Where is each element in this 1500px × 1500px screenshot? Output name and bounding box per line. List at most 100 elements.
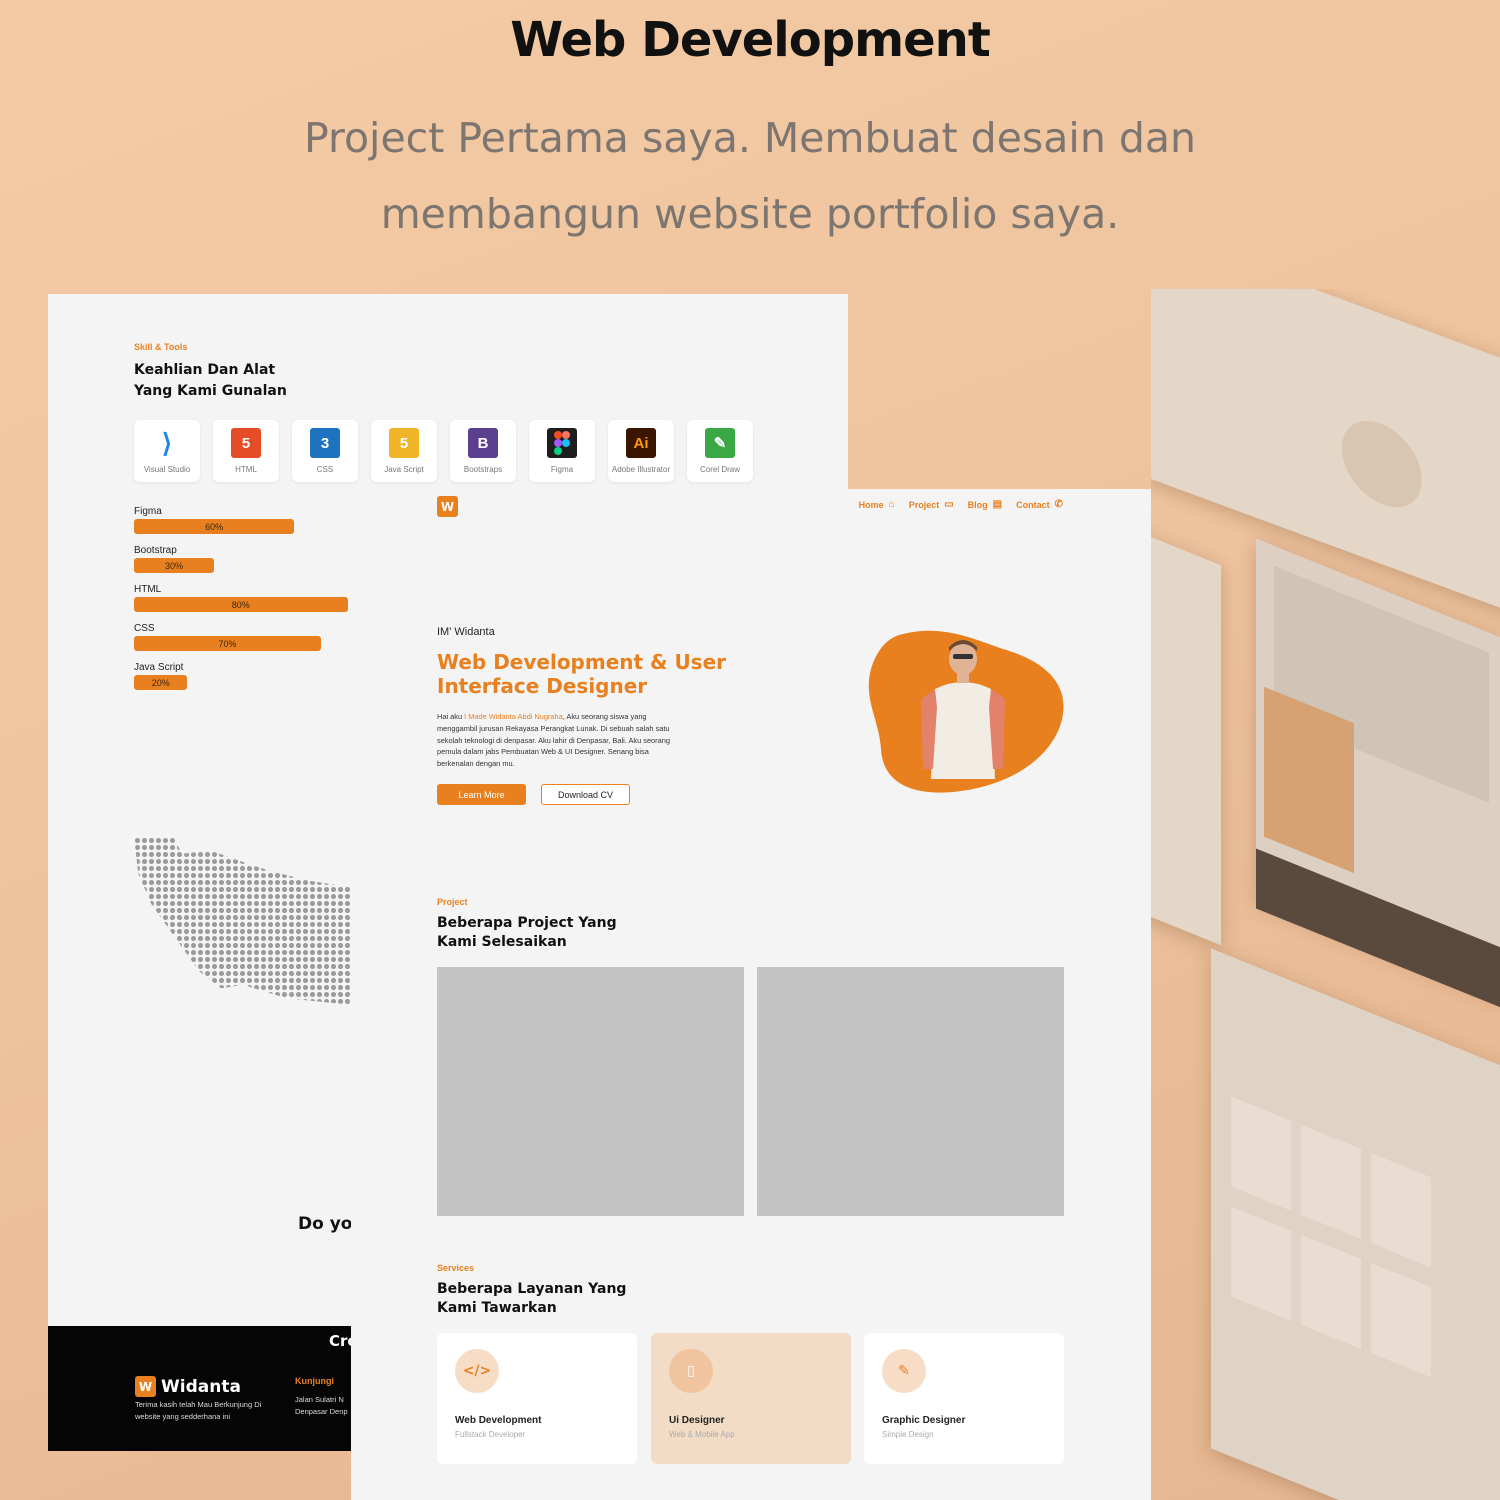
project-title-line1: Beberapa Project Yang xyxy=(437,915,617,931)
learn-more-button[interactable]: Learn More xyxy=(437,784,526,805)
skill-bar: 60% xyxy=(134,519,295,534)
nav-blog[interactable]: Blog ▤ xyxy=(968,499,1002,510)
map-page-mockup xyxy=(1256,538,1500,1014)
tool-card: Ai Adobe Illustrator xyxy=(608,420,674,482)
css3-icon: 3 xyxy=(310,428,340,458)
service-title: Graphic Designer xyxy=(882,1415,966,1426)
greeting: IM' Widanta xyxy=(437,626,495,638)
service-subtitle: Simple Design xyxy=(882,1430,934,1439)
card xyxy=(1231,1206,1291,1321)
skills-heading-line1: Keahlian Dan Alat xyxy=(134,362,276,378)
service-card-ui-designer[interactable]: ▯ Ui Designer Web & Mobile App xyxy=(651,1333,851,1464)
phone-icon: ✆ xyxy=(1054,499,1063,510)
nav-label: Contact xyxy=(1016,499,1050,510)
mobile-icon: ▯ xyxy=(669,1349,713,1393)
project-page-mockup xyxy=(1211,948,1500,1500)
services-eyebrow: Services xyxy=(437,1263,475,1273)
tool-label: Java Script xyxy=(384,465,424,474)
perspective-mockups xyxy=(1151,289,1500,1500)
tool-card: B Bootstraps xyxy=(450,420,516,482)
tool-label: Corel Draw xyxy=(699,465,740,474)
home-icon: ⌂ xyxy=(888,499,895,510)
footer-brand-name: Widanta xyxy=(161,1376,241,1397)
footer-brand: W Widanta xyxy=(135,1376,241,1397)
skills-heading-line2: Yang Kami Gunalan xyxy=(134,383,287,399)
skill-bar: 30% xyxy=(134,558,215,573)
nav-contact[interactable]: Contact ✆ xyxy=(1016,499,1063,510)
coreldraw-icon: ✎ xyxy=(705,428,735,458)
download-cv-button[interactable]: Download CV xyxy=(541,784,630,805)
profile-photo xyxy=(868,630,1064,793)
skill-bars: Figma 60% Bootstrap 30% HTML 80% CSS 70%… xyxy=(134,506,374,701)
skill-name: CSS xyxy=(134,623,155,634)
tool-card: ⟩ Visual Studio xyxy=(134,420,200,482)
html5-icon: 5 xyxy=(231,428,261,458)
skill-bar: 20% xyxy=(134,675,188,690)
cta-text: Do yo xyxy=(298,1214,353,1234)
project-card[interactable] xyxy=(437,967,744,1216)
footer-visit-label: Kunjungi xyxy=(295,1376,334,1386)
footer-tagline: Terima kasih telah Mau Berkunjung Di web… xyxy=(135,1400,262,1421)
tools-list: ⟩ Visual Studio 5 HTML 3 CSS 5 Java Script B… xyxy=(134,420,753,482)
nav-project[interactable]: Project ▭ xyxy=(909,499,954,510)
card xyxy=(1231,1096,1291,1211)
javascript-icon: 5 xyxy=(389,428,419,458)
skill-bar: 80% xyxy=(134,597,348,612)
nav-bar: Home ⌂ Project ▭ Blog ▤ Contact ✆ xyxy=(859,499,1063,510)
card xyxy=(1371,1153,1431,1268)
skills-heading: Keahlian Dan Alat Yang Kami Gunalan xyxy=(134,360,287,402)
card xyxy=(1301,1234,1361,1349)
bootstrap-icon: B xyxy=(468,428,498,458)
tool-card: 3 CSS xyxy=(292,420,358,482)
brush-icon: ✎ xyxy=(882,1349,926,1393)
vscode-icon: ⟩ xyxy=(161,427,173,458)
service-card-web-development[interactable]: </> Web Development Fullstack Developer xyxy=(437,1333,637,1464)
tool-card: Figma xyxy=(529,420,595,482)
project-title: Beberapa Project Yang Kami Selesaikan xyxy=(437,914,617,952)
tool-label: Visual Studio xyxy=(143,465,191,474)
intro-paragraph: Hai aku I Made Widanta Abdi Nugraha, Aku… xyxy=(437,711,687,770)
dot-map-illustration xyxy=(134,837,352,1005)
service-title: Ui Designer xyxy=(669,1415,725,1426)
project-icon: ▭ xyxy=(944,499,954,510)
service-subtitle: Fullstack Developer xyxy=(455,1430,526,1439)
nav-label: Project xyxy=(908,499,940,510)
skill-name: HTML xyxy=(134,584,162,595)
skill-bar: 70% xyxy=(134,636,321,651)
tool-label: CSS xyxy=(316,465,334,474)
services-title-line1: Beberapa Layanan Yang xyxy=(437,1281,627,1297)
service-title: Web Development xyxy=(455,1415,542,1426)
intro-prefix: Hai aku xyxy=(437,712,465,721)
tool-card: ✎ Corel Draw xyxy=(687,420,753,482)
logo-icon[interactable]: W xyxy=(437,496,458,517)
tool-label: Bootstraps xyxy=(463,465,503,474)
skills-eyebrow: Skill & Tools xyxy=(134,342,188,352)
nav-home[interactable]: Home ⌂ xyxy=(859,499,895,510)
project-eyebrow: Project xyxy=(437,897,468,907)
illustrator-icon: Ai xyxy=(626,428,656,458)
illustration xyxy=(1340,408,1424,520)
tool-card: 5 HTML xyxy=(213,420,279,482)
front-page-screenshot: W Home ⌂ Project ▭ Blog ▤ Contact ✆ IM' Wida… xyxy=(351,489,1151,1500)
hero-subtitle: Project Pertama saya. Membuat desain dan… xyxy=(304,114,1196,238)
skill-name: Java Script xyxy=(134,662,184,673)
figma-icon xyxy=(547,428,577,458)
skill-name: Figma xyxy=(134,506,162,517)
services-title: Beberapa Layanan Yang Kami Tawarkan xyxy=(437,1280,626,1318)
footer-address: Jalan Sulatri N Denpasar Denp xyxy=(295,1395,348,1416)
tool-label: Adobe Illustrator xyxy=(611,465,671,474)
service-card-graphic-designer[interactable]: ✎ Graphic Designer Simple Design xyxy=(864,1333,1064,1464)
code-icon: </> xyxy=(455,1349,499,1393)
hero-title: Web Development xyxy=(510,12,991,68)
intro-name: I Made Widanta Abdi Nugraha xyxy=(464,712,563,721)
nav-label: Blog xyxy=(967,499,988,510)
card xyxy=(1301,1124,1361,1239)
tool-label: Figma xyxy=(550,465,574,474)
blog-icon: ▤ xyxy=(992,499,1003,510)
page-mockup xyxy=(1151,512,1221,946)
skill-name: Bootstrap xyxy=(134,545,177,556)
hero-headline: Web Development & User Interface Designe… xyxy=(437,650,727,698)
tool-card: 5 Java Script xyxy=(371,420,437,482)
tool-label: HTML xyxy=(235,465,257,474)
project-card[interactable] xyxy=(757,967,1064,1216)
